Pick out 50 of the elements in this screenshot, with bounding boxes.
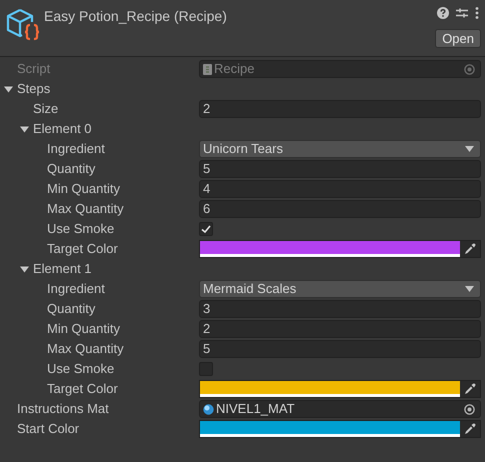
eyedropper-icon[interactable] <box>464 243 476 255</box>
more-icon[interactable] <box>475 7 479 19</box>
property-label: Quantity <box>47 161 96 177</box>
script-file-icon <box>203 64 212 74</box>
property-label: Use Smoke <box>47 221 114 237</box>
property-label: Size <box>33 101 58 117</box>
property-label: Ingredient <box>47 281 105 297</box>
dropdown-arrow-icon <box>465 146 474 152</box>
ingredient-dropdown[interactable]: Mermaid Scales <box>199 280 481 298</box>
property-label: Script <box>17 61 50 77</box>
property-label: Instructions Mat <box>17 401 109 417</box>
property-label: Steps <box>17 81 50 97</box>
number-field[interactable]: 3 <box>199 300 481 318</box>
checkbox[interactable] <box>199 222 213 236</box>
number-field[interactable]: 5 <box>199 340 481 358</box>
property-label: Quantity <box>47 301 96 317</box>
help-icon[interactable] <box>437 7 449 19</box>
sphere-icon <box>203 404 214 414</box>
property-label: Start Color <box>17 421 80 437</box>
color-field[interactable] <box>199 380 481 398</box>
expanded-arrow-icon[interactable] <box>20 265 29 274</box>
property-label: Min Quantity <box>47 181 120 197</box>
number-field[interactable]: 6 <box>199 200 481 218</box>
number-field[interactable]: 4 <box>199 180 481 198</box>
color-field[interactable] <box>199 420 481 438</box>
object-field[interactable]: NIVEL1_MAT <box>199 400 481 418</box>
property-label: Ingredient <box>47 141 105 157</box>
dropdown-arrow-icon <box>465 286 474 292</box>
ingredient-dropdown[interactable]: Unicorn Tears <box>199 140 481 158</box>
expanded-arrow-icon[interactable] <box>20 125 29 134</box>
expanded-arrow-icon[interactable] <box>4 85 13 94</box>
script-asset-icon <box>6 8 42 42</box>
number-field[interactable]: 5 <box>199 160 481 178</box>
property-label: Use Smoke <box>47 361 114 377</box>
object-picker-icon[interactable] <box>464 404 475 414</box>
property-label: Max Quantity <box>47 341 124 357</box>
eyedropper-icon[interactable] <box>464 383 476 395</box>
property-label: Max Quantity <box>47 201 124 217</box>
color-field[interactable] <box>199 240 481 258</box>
property-label: Min Quantity <box>47 321 120 337</box>
property-label: Target Color <box>47 381 118 397</box>
eyedropper-icon[interactable] <box>464 423 476 435</box>
property-label: Element 0 <box>33 121 92 137</box>
property-label: Element 1 <box>33 261 92 277</box>
asset-title: Easy Potion_Recipe (Recipe) <box>44 7 227 26</box>
number-field[interactable]: 2 <box>199 320 481 338</box>
number-field[interactable]: 2 <box>199 100 481 118</box>
settings-icon[interactable] <box>456 7 468 19</box>
open-button[interactable]: Open <box>435 29 481 48</box>
property-label: Target Color <box>47 241 118 257</box>
